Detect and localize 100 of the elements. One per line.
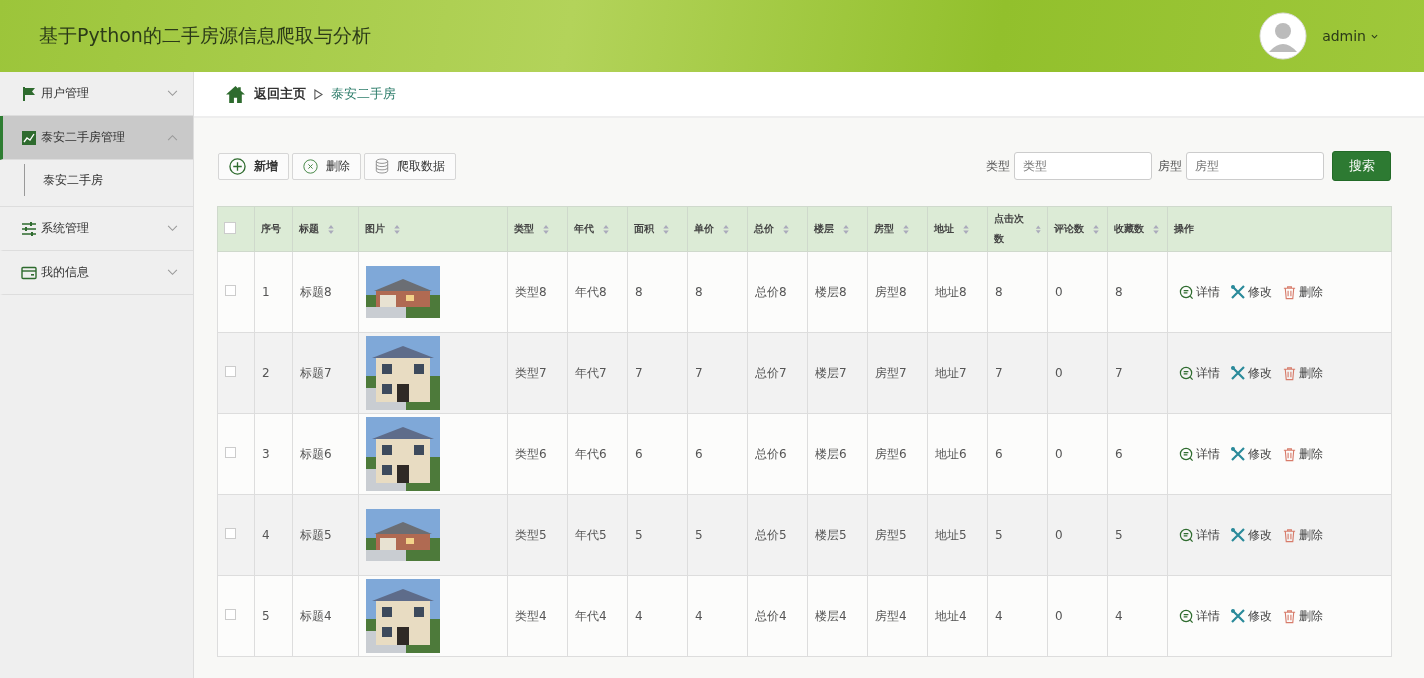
table-cell: 8 [635, 285, 643, 299]
tools-icon [1230, 284, 1246, 300]
table-cell: 4 [995, 609, 1003, 623]
search-field[interactable]: 类型 [1014, 152, 1152, 180]
table-cell: 3 [262, 447, 270, 461]
table-cell: 房型8 [875, 284, 907, 299]
wallet-icon [21, 264, 37, 281]
table-cell: 8 [1115, 285, 1123, 299]
delete-button[interactable]: 删除 [1282, 607, 1323, 625]
sort-icon[interactable] [842, 223, 850, 235]
trash-icon [1282, 527, 1297, 543]
table-cell: 5 [635, 528, 643, 542]
sort-icon[interactable] [1034, 223, 1041, 235]
table-cell: 楼层4 [815, 608, 847, 623]
column-header: 收藏数 [1114, 222, 1144, 236]
table-cell: 楼层5 [815, 527, 847, 542]
table-cell: 0 [1055, 366, 1063, 380]
x-circle-icon [303, 158, 318, 174]
column-header: 评论数 [1054, 222, 1084, 236]
delete-button[interactable]: 删除 [1282, 283, 1323, 301]
details-button[interactable]: 详情 [1179, 445, 1220, 463]
column-header: 面积 [634, 222, 654, 236]
column-header: 序号 [261, 222, 281, 236]
table-cell: 标题5 [300, 527, 332, 542]
table-cell: 4 [695, 609, 703, 623]
sort-icon[interactable] [902, 223, 910, 235]
user-menu[interactable]: admin [1316, 27, 1384, 45]
table-cell: 5 [262, 609, 270, 623]
column-header: 点击次数 [994, 212, 1025, 246]
column-header: 年代 [574, 222, 594, 236]
table-cell: 8 [695, 285, 703, 299]
delete-button[interactable]: 删除 [1282, 364, 1323, 382]
column-header: 楼层 [814, 222, 834, 236]
add-button[interactable]: 新增 [218, 152, 289, 180]
sidebar-subitem[interactable]: 泰安二手房 [24, 164, 193, 196]
table-cell: 6 [695, 447, 703, 461]
delete-button[interactable]: 删除 [1282, 445, 1323, 463]
sort-icon[interactable] [1152, 223, 1160, 235]
search-detail-icon [1179, 446, 1194, 462]
sidebar-item[interactable]: 我的信息 [0, 251, 193, 295]
chevron-up-icon [167, 134, 178, 141]
table-cell: 0 [1055, 528, 1063, 542]
chevron-down-icon [167, 225, 178, 232]
home-link[interactable]: 返回主页 [254, 85, 306, 103]
search-detail-icon [1179, 527, 1194, 543]
details-button[interactable]: 详情 [1179, 283, 1220, 301]
delete-button[interactable]: 删除 [292, 152, 361, 180]
delete-button[interactable]: 删除 [1282, 526, 1323, 544]
details-button[interactable]: 详情 [1179, 364, 1220, 382]
table-cell: 地址5 [935, 527, 967, 542]
table-cell: 楼层7 [815, 365, 847, 380]
column-header: 房型 [874, 222, 894, 236]
trash-icon [1282, 284, 1297, 300]
edit-button[interactable]: 修改 [1230, 364, 1272, 382]
table-cell: 4 [1115, 609, 1123, 623]
row-checkbox[interactable] [225, 447, 236, 458]
sort-icon[interactable] [962, 223, 970, 235]
sort-icon[interactable] [393, 223, 401, 235]
table-cell: 5 [695, 528, 703, 542]
search-field[interactable]: 房型 [1186, 152, 1324, 180]
sidebar-item[interactable]: 泰安二手房管理 [0, 116, 193, 160]
crawl-button[interactable]: 爬取数据 [364, 152, 456, 180]
table-cell: 房型5 [875, 527, 907, 542]
row-checkbox[interactable] [225, 528, 236, 539]
table-cell: 总价5 [755, 527, 787, 542]
column-header: 操作 [1174, 222, 1194, 236]
edit-button[interactable]: 修改 [1230, 607, 1272, 625]
table-cell: 4 [262, 528, 270, 542]
sort-icon[interactable] [327, 223, 335, 235]
search-button[interactable]: 搜索 [1332, 151, 1391, 181]
table-cell: 0 [1055, 447, 1063, 461]
table-cell: 地址7 [935, 365, 967, 380]
row-checkbox[interactable] [225, 285, 236, 296]
table-cell: 年代4 [575, 608, 607, 623]
table-cell: 地址4 [935, 608, 967, 623]
row-checkbox[interactable] [225, 366, 236, 377]
select-all-checkbox[interactable] [224, 222, 236, 234]
sort-icon[interactable] [662, 223, 670, 235]
trash-icon [1282, 446, 1297, 462]
table-cell: 年代5 [575, 527, 607, 542]
column-header: 类型 [514, 222, 534, 236]
row-checkbox[interactable] [225, 609, 236, 620]
sort-icon[interactable] [602, 223, 610, 235]
sort-icon[interactable] [542, 223, 550, 235]
table-cell: 地址8 [935, 284, 967, 299]
edit-button[interactable]: 修改 [1230, 283, 1272, 301]
details-button[interactable]: 详情 [1179, 526, 1220, 544]
tools-icon [1230, 446, 1246, 462]
table-cell: 年代8 [575, 284, 607, 299]
details-button[interactable]: 详情 [1179, 607, 1220, 625]
tools-icon [1230, 365, 1246, 381]
sidebar-item[interactable]: 系统管理 [0, 207, 193, 251]
edit-button[interactable]: 修改 [1230, 526, 1272, 544]
caret-icon [1371, 33, 1378, 39]
sort-icon[interactable] [722, 223, 730, 235]
sort-icon[interactable] [1092, 223, 1100, 235]
table-cell: 6 [635, 447, 643, 461]
table-cell: 标题7 [300, 365, 332, 380]
edit-button[interactable]: 修改 [1230, 445, 1272, 463]
sort-icon[interactable] [782, 223, 790, 235]
